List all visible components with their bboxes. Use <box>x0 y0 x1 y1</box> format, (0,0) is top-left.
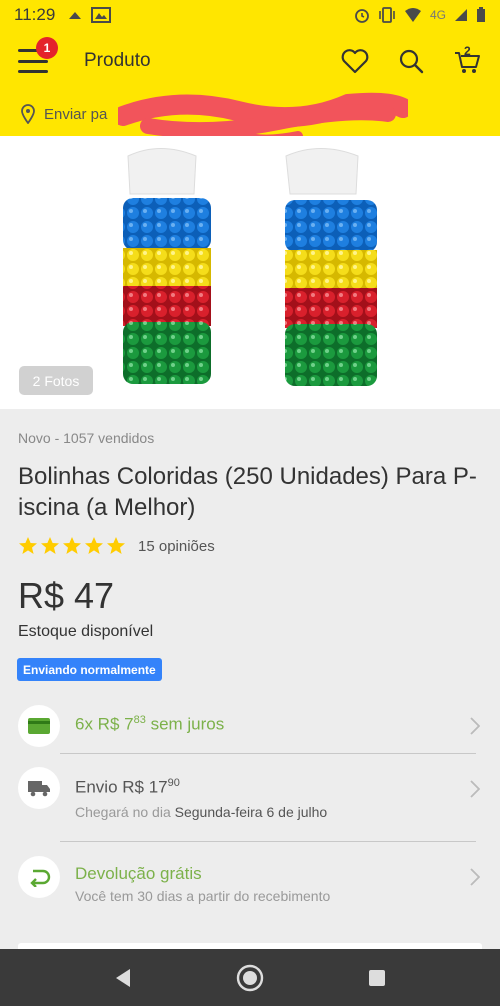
heart-icon <box>341 49 369 74</box>
back-triangle-icon <box>116 968 131 987</box>
chevron-right-icon <box>470 717 480 735</box>
condition-and-sales: Novo - 1057 vendidos <box>18 430 155 446</box>
star-icon <box>41 537 59 554</box>
installments-text: 6x R$ 783 sem juros <box>75 714 225 734</box>
review-count: 15 opiniões <box>138 537 215 555</box>
chevron-right-icon <box>470 868 480 886</box>
star-icon <box>85 537 103 554</box>
delivery-row[interactable]: Envio R$ 1790 Chegará no dia Segunda-fei… <box>0 767 500 820</box>
battery-icon <box>477 7 485 22</box>
product-details: Novo - 1057 vendidos Bolinhas Coloridas … <box>0 409 500 949</box>
home-circle-icon <box>236 964 264 991</box>
cart-button[interactable]: 2 <box>452 44 482 76</box>
delivery-price: Envio R$ 1790 <box>75 777 180 797</box>
image-notification-icon <box>91 7 112 23</box>
home-button[interactable] <box>230 958 270 998</box>
wifi-icon <box>404 8 421 22</box>
network-type: 4G <box>429 8 446 22</box>
product-price: R$ 47 <box>18 575 115 616</box>
chevron-right-icon <box>470 780 480 798</box>
installments-row[interactable]: 6x R$ 783 sem juros <box>0 705 500 747</box>
menu-button[interactable]: 1 <box>18 37 58 73</box>
star-icon <box>19 537 37 554</box>
status-bar: 11:29 4G <box>0 0 500 30</box>
return-arrow-icon <box>30 869 51 887</box>
page-title: Produto <box>84 50 151 71</box>
returns-subtitle: Você tem 30 dias a partir do recebimento <box>75 888 331 904</box>
delivery-arrival: Chegará no dia Segunda-feira 6 de julho <box>75 803 328 820</box>
product-title: Bolinhas Coloridas (250 Unidades) Para P… <box>18 463 477 521</box>
divider <box>60 841 476 842</box>
system-navigation-bar <box>0 949 500 1006</box>
signal-icon <box>455 9 467 21</box>
location-pin-icon <box>21 104 35 124</box>
credit-card-icon <box>28 718 50 734</box>
favorite-button[interactable] <box>340 46 370 76</box>
stock-status: Estoque disponível <box>18 623 154 640</box>
rating[interactable]: 15 opiniões <box>18 536 215 556</box>
cloud-icon <box>69 12 82 19</box>
cart-count: 2 <box>464 44 471 58</box>
shipping-status-badge: Enviando normalmente <box>17 658 162 681</box>
search-button[interactable] <box>396 46 426 76</box>
vibrate-icon <box>379 7 395 23</box>
returns-title: Devolução grátis <box>75 864 202 883</box>
back-button[interactable] <box>103 958 143 998</box>
notification-badge: 1 <box>36 37 58 59</box>
status-time: 11:29 <box>14 5 56 24</box>
shipping-address-text: Enviar pa <box>44 105 108 123</box>
alarm-icon <box>355 9 369 23</box>
divider <box>60 753 476 754</box>
photo-count-badge: 2 Fotos <box>19 366 93 395</box>
star-icon <box>63 537 81 554</box>
app-bar: 1 Produto 2 <box>0 30 500 92</box>
star-icon <box>107 537 125 554</box>
truck-icon <box>28 781 50 797</box>
search-icon <box>399 49 424 74</box>
recents-button[interactable] <box>357 958 397 998</box>
returns-row[interactable]: Devolução grátis Você tem 30 dias a part… <box>0 856 500 904</box>
recents-square-icon <box>368 969 385 986</box>
